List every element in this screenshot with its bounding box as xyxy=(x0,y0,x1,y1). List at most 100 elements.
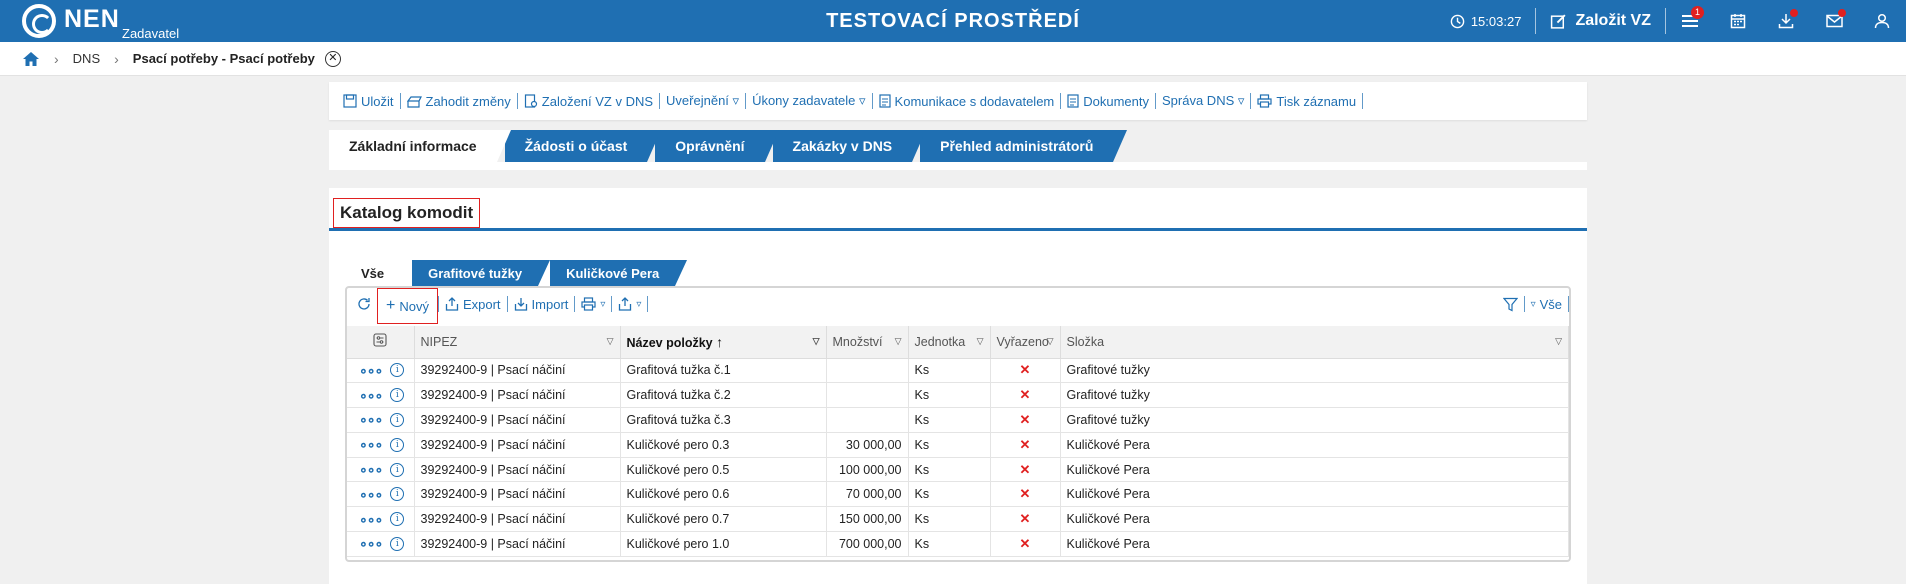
tab-ballpoint-pens[interactable]: Kuličkové Pera xyxy=(550,260,688,286)
logo-subtitle: Zadavatel xyxy=(122,26,180,41)
table-row[interactable]: ∘∘∘ i 39292400-9 | Psací náčiní Grafitová t… xyxy=(347,382,1569,409)
tab-all[interactable]: Vše xyxy=(345,260,413,286)
more-options-icon[interactable]: ∘∘∘ xyxy=(359,535,383,552)
messages-button[interactable] xyxy=(1810,0,1858,42)
nipez-cell: 39292400-9 | Psací náčiní xyxy=(414,531,621,557)
new-item-button[interactable]: + Nový xyxy=(377,288,438,324)
more-options-icon[interactable]: ∘∘∘ xyxy=(359,486,383,503)
save-button[interactable]: Uložit xyxy=(337,94,400,109)
row-actions-cell: ∘∘∘ i xyxy=(347,358,415,384)
export-label: Export xyxy=(462,296,501,312)
column-filter-icon[interactable]: ▽ xyxy=(607,336,614,347)
table-row[interactable]: ∘∘∘ i 39292400-9 | Psací náčiní Kuličkové p… xyxy=(347,506,1569,533)
more-options-icon[interactable]: ∘∘∘ xyxy=(359,411,383,428)
table-row[interactable]: ∘∘∘ i 39292400-9 | Psací náčiní Grafitová t… xyxy=(347,407,1569,433)
more-options-icon[interactable]: ∘∘∘ xyxy=(359,461,383,478)
table-row[interactable]: ∘∘∘ i 39292400-9 | Psací náčiní Kuličkové p… xyxy=(347,457,1569,483)
print-record-label: Tisk záznamu xyxy=(1276,93,1357,109)
publication-dropdown[interactable]: Uveřejnění ▿ xyxy=(660,93,745,109)
unit-cell: Ks xyxy=(908,358,991,384)
documents-button[interactable]: Dokumenty xyxy=(1061,94,1155,109)
column-filter-icon[interactable]: ▽ xyxy=(977,336,984,347)
unit-cell: Ks xyxy=(908,432,991,458)
row-actions-cell: ∘∘∘ i xyxy=(347,457,415,483)
user-button[interactable] xyxy=(1858,0,1906,42)
catalog-table: NIPEZ ▽ Název položky ↑ ▽ Množství ▽ Jednot… xyxy=(347,326,1569,557)
contracting-acts-label: Úkony zadavatele ▿ xyxy=(752,93,866,108)
column-header-unit[interactable]: Jednotka ▽ xyxy=(908,326,991,359)
column-header-folder[interactable]: Složka ▽ xyxy=(1060,326,1569,359)
folder-cell: Grafitové tužky xyxy=(1060,358,1569,384)
grid-toolbar: + Nový Export Import ▿ ▿ ▿ Vše xyxy=(347,288,1569,324)
column-header-item-name[interactable]: Název položky ↑ ▽ xyxy=(620,326,827,359)
view-filter-dropdown[interactable]: ▿ Vše xyxy=(1525,288,1568,320)
nen-logo[interactable]: NEN Zadavatel xyxy=(22,4,179,41)
table-row[interactable]: ∘∘∘ i 39292400-9 | Psací náčiní Kuličkové p… xyxy=(347,481,1569,508)
column-filter-icon[interactable]: ▽ xyxy=(1047,336,1054,347)
contracting-acts-dropdown[interactable]: Úkony zadavatele ▿ xyxy=(746,93,871,109)
excluded-cell: ✕ xyxy=(990,358,1061,384)
table-row[interactable]: ∘∘∘ i 39292400-9 | Psací náčiní Grafitová t… xyxy=(347,358,1569,384)
column-header-quantity[interactable]: Množství ▽ xyxy=(826,326,909,359)
tab-administrators[interactable]: Přehled administrátorů xyxy=(920,130,1128,162)
column-filter-icon[interactable]: ▽ xyxy=(813,336,820,347)
info-icon[interactable]: i xyxy=(390,412,405,427)
info-icon[interactable]: i xyxy=(390,462,405,477)
create-vz-in-dns-button[interactable]: Založení VZ v DNS xyxy=(518,94,659,109)
logo-text: NEN xyxy=(64,5,120,33)
tab-graphite-pencils[interactable]: Grafitové tužky xyxy=(412,260,550,286)
clock-icon xyxy=(1450,14,1465,28)
sort-ascending-icon: ↑ xyxy=(716,333,724,350)
more-options-icon[interactable]: ∘∘∘ xyxy=(359,511,383,528)
section-divider xyxy=(329,228,1587,231)
info-icon[interactable]: i xyxy=(390,388,405,403)
unit-cell: Ks xyxy=(908,531,991,557)
dns-management-dropdown[interactable]: Správa DNS ▿ xyxy=(1156,93,1250,109)
import-button[interactable]: Import xyxy=(508,288,575,320)
column-settings-header[interactable] xyxy=(347,326,415,359)
toolbar-divider xyxy=(399,93,401,109)
info-icon[interactable]: i xyxy=(390,536,405,551)
menu-button[interactable]: 1 xyxy=(1666,0,1714,42)
calendar-button[interactable] xyxy=(1714,0,1762,42)
column-filter-icon[interactable]: ▽ xyxy=(895,336,902,347)
breadcrumb-dns[interactable]: DNS xyxy=(73,51,100,66)
column-header-excluded[interactable]: Vyřazeno ▽ xyxy=(990,326,1061,359)
quantity-cell xyxy=(826,407,909,433)
info-icon[interactable]: i xyxy=(390,512,405,527)
more-options-icon[interactable]: ∘∘∘ xyxy=(359,387,383,404)
discard-changes-button[interactable]: Zahodit změny xyxy=(401,94,517,109)
print-dropdown[interactable]: ▿ xyxy=(575,288,611,320)
info-icon[interactable]: i xyxy=(390,437,405,452)
tab-permissions[interactable]: Oprávnění xyxy=(655,130,779,162)
tab-dns-contracts[interactable]: Zakázky v DNS xyxy=(772,130,926,162)
downloads-dot xyxy=(1790,9,1798,17)
supplier-communication-button[interactable]: Komunikace s dodavatelem xyxy=(873,94,1061,109)
refresh-button[interactable] xyxy=(351,288,377,320)
folder-cell: Grafitové tužky xyxy=(1060,407,1569,433)
column-header-nipez[interactable]: NIPEZ ▽ xyxy=(414,326,621,359)
record-toolbar: Uložit Zahodit změny Založení VZ v DNS U… xyxy=(329,82,1587,120)
create-vz-in-dns-label: Založení VZ v DNS xyxy=(541,93,654,109)
more-options-icon[interactable]: ∘∘∘ xyxy=(359,362,383,379)
more-options-icon[interactable]: ∘∘∘ xyxy=(359,436,383,453)
create-vz-button[interactable]: Založit VZ xyxy=(1536,8,1666,34)
share-dropdown[interactable]: ▿ xyxy=(612,288,647,320)
tab-basic-info[interactable]: Základní informace xyxy=(329,130,511,162)
info-icon[interactable]: i xyxy=(390,487,405,502)
export-button[interactable]: Export xyxy=(439,288,507,320)
table-row[interactable]: ∘∘∘ i 39292400-9 | Psací náčiní Kuličkové p… xyxy=(347,432,1569,458)
excluded-cell: ✕ xyxy=(990,457,1061,483)
column-filter-icon[interactable]: ▽ xyxy=(1555,336,1562,347)
home-icon[interactable] xyxy=(22,51,40,67)
nen-logo-icon xyxy=(22,4,56,38)
toolbar-divider xyxy=(1523,296,1525,312)
info-icon[interactable]: i xyxy=(390,363,405,378)
tab-participation-requests[interactable]: Žádosti o účast xyxy=(504,130,661,162)
close-icon[interactable]: ✕ xyxy=(324,50,341,67)
filter-button[interactable] xyxy=(1497,288,1524,320)
print-record-button[interactable]: Tisk záznamu xyxy=(1251,94,1362,109)
row-actions-cell: ∘∘∘ i xyxy=(347,382,415,409)
downloads-button[interactable] xyxy=(1762,0,1810,42)
table-row[interactable]: ∘∘∘ i 39292400-9 | Psací náčiní Kuličkové p… xyxy=(347,531,1569,557)
